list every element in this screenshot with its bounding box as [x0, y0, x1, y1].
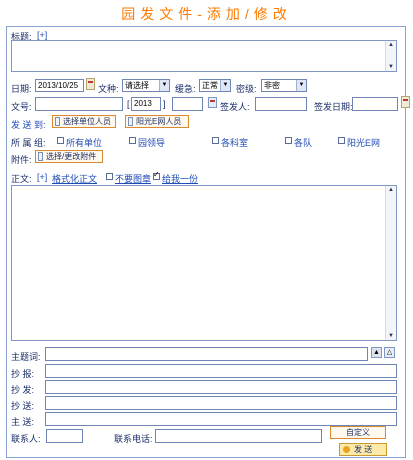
send-to-label: 发 送 到:	[11, 120, 46, 130]
cc-send-input[interactable]	[45, 380, 397, 394]
cc-label: 抄 报:	[11, 369, 35, 379]
body-label: 正文:	[11, 174, 32, 184]
urgency-select[interactable]: 正常 ▼	[199, 79, 231, 92]
send-button[interactable]: 发 送	[339, 443, 387, 456]
doc-no-year-input[interactable]: 2013	[131, 97, 161, 111]
signer-label: 签发人:	[220, 102, 250, 112]
attach-button[interactable]: 选择/更改附件	[35, 150, 103, 163]
chevron-down-icon: ▼	[296, 80, 306, 91]
body-expand-link[interactable]: [+]	[37, 172, 47, 182]
give-me-checkbox[interactable]	[153, 170, 160, 180]
body-textarea[interactable]: ▲ ▼	[11, 185, 397, 341]
person-icon	[128, 117, 133, 126]
contact-label: 联系人:	[11, 434, 41, 444]
triangle-outline-icon[interactable]: △	[384, 347, 395, 358]
group-label: 所 属 组:	[11, 138, 46, 148]
group-label-0: 所有单位	[66, 138, 103, 148]
doc-type-label: 文种:	[98, 84, 119, 94]
attach-label: 附件:	[11, 155, 32, 165]
cc-to-label: 抄 送:	[11, 401, 35, 411]
bracket-open: [	[127, 99, 130, 109]
sign-date-label: 签发日期:	[314, 102, 353, 112]
doc-no-seq-input[interactable]	[172, 97, 203, 111]
secret-select[interactable]: 非密 ▼	[261, 79, 307, 92]
chevron-down-icon: ▼	[220, 80, 230, 91]
date-input[interactable]: 2013/10/25	[35, 79, 84, 92]
calendar-icon[interactable]	[401, 96, 410, 108]
doc-no-label: 文号:	[11, 102, 32, 112]
group-label-1: 园领导	[138, 138, 166, 148]
give-me-label: 给我一份	[162, 174, 199, 184]
group-checkbox-0[interactable]	[57, 137, 64, 144]
send-icon	[343, 446, 350, 453]
group-checkbox-3[interactable]	[285, 137, 292, 144]
doc-type-select[interactable]: 请选择 ▼	[122, 79, 170, 92]
title-scrollbar[interactable]: ▲ ▼	[385, 41, 396, 71]
sign-date-input[interactable]	[352, 97, 398, 111]
phone-label: 联系电话:	[114, 434, 153, 444]
format-body-link[interactable]: 格式化正文	[52, 172, 97, 185]
group-label-2: 各科室	[221, 138, 249, 148]
arrow-up-icon[interactable]: ▲	[371, 347, 382, 358]
page-title: 园发文件-添加/修改	[121, 6, 292, 22]
keywords-label: 主题词:	[11, 352, 41, 362]
cc-send-label: 抄 发:	[11, 385, 35, 395]
paperclip-icon	[38, 152, 43, 161]
phone-input[interactable]	[155, 429, 322, 443]
title-textarea[interactable]: ▲ ▼	[11, 40, 397, 72]
custom-button[interactable]: 自定义	[330, 426, 386, 439]
cc-input[interactable]	[45, 364, 397, 378]
group-checkbox-4[interactable]	[338, 137, 345, 144]
person-icon	[55, 117, 60, 126]
urgency-label: 缓急:	[175, 84, 196, 94]
body-scrollbar[interactable]: ▲ ▼	[385, 186, 396, 340]
secret-label: 密级:	[236, 84, 257, 94]
group-checkbox-2[interactable]	[212, 137, 219, 144]
group-checkbox-1[interactable]	[129, 137, 136, 144]
select-yg-button[interactable]: 阳光E网人员	[125, 115, 189, 128]
no-stamp-checkbox[interactable]	[106, 173, 113, 180]
group-label-4: 阳光E网	[347, 138, 381, 148]
signer-input[interactable]	[255, 97, 307, 111]
bracket-close: ]	[163, 99, 166, 109]
cc-to-input[interactable]	[45, 396, 397, 410]
calendar-icon[interactable]	[86, 78, 95, 90]
chevron-down-icon: ▼	[159, 80, 169, 91]
main-send-label: 主 送:	[11, 417, 35, 427]
select-unit-button[interactable]: 选择单位人员	[52, 115, 116, 128]
date-label: 日期:	[11, 84, 32, 94]
no-stamp-label: 不要图章	[115, 174, 152, 184]
title-expand-link[interactable]: [+]	[37, 30, 47, 40]
keywords-input[interactable]	[45, 347, 368, 361]
doc-no-prefix-input[interactable]	[35, 97, 123, 111]
contact-input[interactable]	[46, 429, 83, 443]
document-icon	[208, 97, 217, 108]
main-send-input[interactable]	[45, 412, 397, 426]
group-label-3: 各队	[294, 138, 313, 148]
